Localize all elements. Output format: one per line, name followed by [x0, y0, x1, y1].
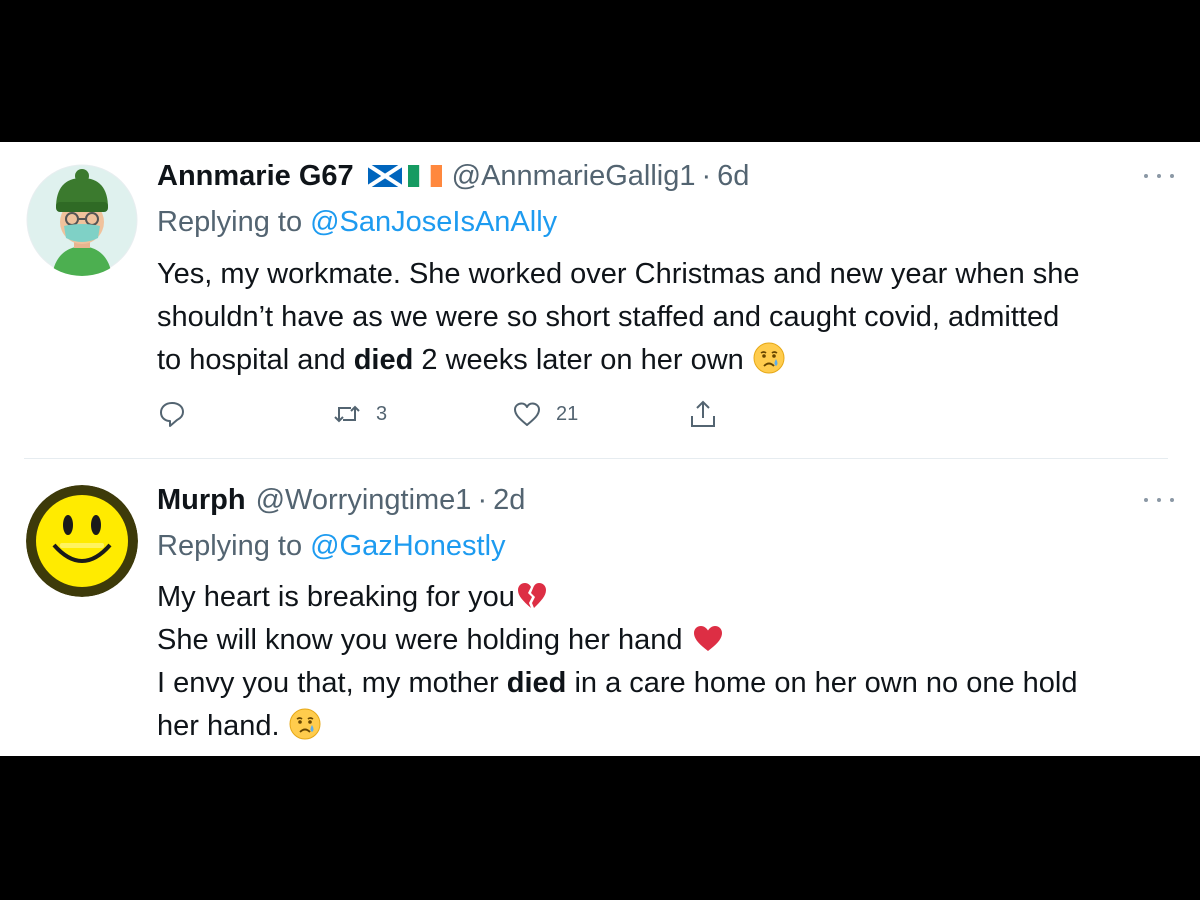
- tweet-age[interactable]: 6d: [717, 160, 749, 193]
- text-segment: to hospital and: [157, 344, 354, 376]
- text-segment: in a care home on her own no one hold: [566, 667, 1078, 699]
- ireland-flag-icon: [407, 165, 442, 187]
- header-separator: ·: [477, 483, 488, 516]
- retweet-count: 3: [376, 402, 388, 425]
- more-icon[interactable]: [1144, 490, 1174, 510]
- tweet-text-line: I envy you that, my mother died in a car…: [157, 662, 1167, 705]
- avatar-annmarie[interactable]: [26, 164, 138, 276]
- retweet-button[interactable]: 3: [332, 396, 387, 432]
- like-count: 21: [556, 402, 579, 425]
- like-icon: [514, 402, 540, 426]
- header-separator: ·: [701, 159, 712, 192]
- bold-word: died: [353, 344, 414, 376]
- like-button[interactable]: 21: [512, 396, 578, 432]
- scotland-flag-icon: [367, 165, 402, 187]
- crying-face-emoji: [289, 708, 321, 740]
- tweet-text-line: She will know you were holding her hand: [157, 619, 1167, 662]
- broken-heart-emoji: [517, 583, 546, 609]
- reply-icon: [160, 402, 184, 427]
- author-name[interactable]: Murph: [157, 484, 246, 517]
- tweet-text-line: to hospital and died 2 weeks later on he…: [157, 339, 1167, 382]
- tweet-actions: 3 21: [157, 396, 757, 432]
- tweet-header: Annmarie G67 @AnnmarieGallig1 · 6d: [157, 156, 749, 196]
- tweet-text: Yes, my workmate. She worked over Christ…: [157, 253, 1167, 382]
- reply-button[interactable]: [157, 396, 187, 432]
- tweet-text-line: Yes, my workmate. She worked over Christ…: [157, 258, 1080, 290]
- avatar-murph[interactable]: [26, 485, 138, 597]
- author-handle[interactable]: @AnnmarieGallig1: [452, 160, 696, 193]
- text-segment: her hand.: [157, 710, 288, 742]
- replying-label: Replying to: [157, 529, 303, 562]
- tweet-header: Murph @Worryingtime1 · 2d: [157, 480, 525, 520]
- text-segment: My heart is breaking for you: [157, 581, 515, 613]
- replying-to: Replying to @GazHonestly: [157, 526, 506, 566]
- more-icon[interactable]: [1144, 166, 1174, 186]
- crying-face-emoji: [753, 342, 785, 374]
- author-name[interactable]: Annmarie G67: [157, 160, 354, 193]
- bold-word: died: [506, 667, 567, 699]
- text-segment: I envy you that, my mother: [157, 667, 507, 699]
- tweet-age[interactable]: 2d: [493, 484, 525, 517]
- tweet-text-line: shouldn’t have as we were so short staff…: [157, 301, 1060, 333]
- red-heart-emoji: [693, 626, 722, 652]
- replying-label: Replying to: [157, 205, 303, 238]
- tweet-murph[interactable]: Murph @Worryingtime1 · 2d Replying to @G…: [0, 459, 1200, 756]
- tweet-text-line: her hand.: [157, 705, 1167, 748]
- share-button[interactable]: [688, 396, 718, 432]
- replying-to: Replying to @SanJoseIsAnAlly: [157, 202, 557, 242]
- text-segment: 2 weeks later on her own: [413, 344, 752, 376]
- text-segment: She will know you were holding her hand: [157, 624, 691, 656]
- replying-to-handle[interactable]: @GazHonestly: [310, 530, 505, 563]
- replying-to-handle[interactable]: @SanJoseIsAnAlly: [310, 206, 557, 239]
- retweet-icon: [334, 405, 360, 423]
- tweet-text: My heart is breaking for you She will kn…: [157, 576, 1167, 748]
- flag-emojis: [367, 165, 442, 187]
- tweet-thread-panel: Annmarie G67 @AnnmarieGallig1 · 6d Reply…: [0, 142, 1200, 756]
- tweet-annmarie[interactable]: Annmarie G67 @AnnmarieGallig1 · 6d Reply…: [0, 142, 1200, 458]
- tweet-text-line: My heart is breaking for you: [157, 576, 1167, 619]
- author-handle[interactable]: @Worryingtime1: [256, 484, 472, 517]
- share-icon: [691, 400, 715, 427]
